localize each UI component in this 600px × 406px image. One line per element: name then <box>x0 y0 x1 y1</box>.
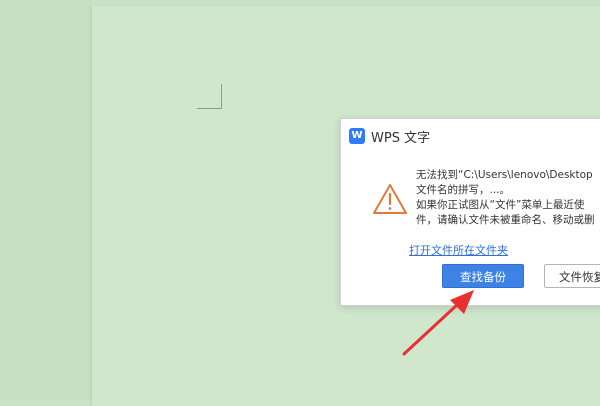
message-line-1: 无法找到“C:\Users\lenovo\Desktop <box>416 169 593 181</box>
dialog-title: WPS 文字 <box>371 131 431 146</box>
message-line-3: 如果你正试图从“文件”菜单上最近使 <box>416 199 585 211</box>
wps-writer-icon: W <box>349 128 365 144</box>
page-margin-marker <box>197 84 222 109</box>
message-line-4: 件，请确认文件未被重命名、移动或删 <box>416 214 595 226</box>
warning-triangle-icon <box>373 184 407 214</box>
find-backup-button[interactable]: 查找备份 <box>442 264 524 288</box>
file-recovery-button[interactable]: 文件恢复 <box>544 264 600 288</box>
red-arrow-icon <box>402 290 474 356</box>
message-line-2: 文件名的拼写，...。 <box>416 184 511 196</box>
open-file-folder-link[interactable]: 打开文件所在文件夹 <box>409 242 508 258</box>
workspace-background <box>0 0 92 400</box>
dialog-titlebar[interactable]: W WPS 文字 <box>341 119 600 153</box>
dialog-message: 无法找到“C:\Users\lenovo\Desktop 文件名的拼写，...。… <box>416 168 600 228</box>
